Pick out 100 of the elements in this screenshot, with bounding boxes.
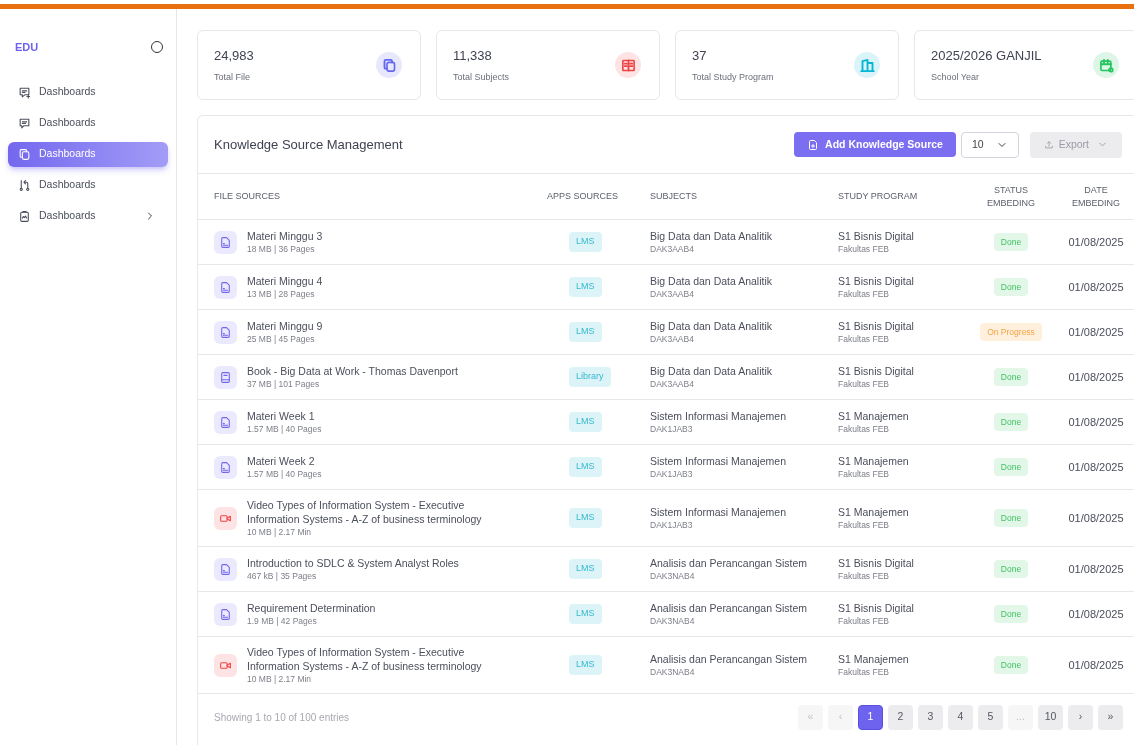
file-meta: 37 MB | 101 Pages — [247, 378, 321, 390]
file-plus-icon — [807, 138, 820, 151]
study-program: S1 Bisnis Digital — [838, 274, 915, 288]
column-header: SUBJECTS — [650, 190, 698, 203]
stat-label: Total File — [214, 70, 251, 84]
date-text: 01/08/2025 — [1068, 510, 1124, 526]
column-header: STATUS EMBEDING — [986, 184, 1036, 209]
stat-value: 11,338 — [453, 47, 493, 65]
date-text: 01/08/2025 — [1068, 369, 1124, 385]
subject-name: Sistem Informasi Manajemen — [650, 454, 787, 468]
app-source-tag: LMS — [569, 655, 602, 675]
sidebar-item[interactable]: Dashboards — [8, 172, 168, 198]
app-source-tag: LMS — [569, 322, 602, 342]
subject-code: DAK3AAB4 — [650, 288, 695, 300]
subject-code: DAK1JAB3 — [650, 423, 694, 435]
file-meta: 25 MB | 45 Pages — [247, 333, 316, 345]
book-icon — [219, 370, 232, 384]
files-icon — [18, 147, 31, 161]
study-program: S1 Bisnis Digital — [838, 364, 915, 378]
column-header: APPS SOURCES — [547, 190, 620, 203]
study-program: S1 Bisnis Digital — [838, 556, 915, 570]
date-text: 01/08/2025 — [1068, 279, 1124, 295]
file-meta: 1.57 MB | 40 Pages — [247, 468, 323, 480]
study-program: S1 Manajemen — [838, 652, 910, 666]
date-text: 01/08/2025 — [1068, 324, 1124, 340]
sidebar-item[interactable]: Dashboards — [8, 79, 168, 105]
column-header: STUDY PROGRAM — [838, 190, 919, 203]
page-button[interactable]: 10 — [1038, 704, 1063, 730]
page-size-select[interactable]: 10 — [960, 131, 1019, 158]
file-meta: 1.57 MB | 40 Pages — [247, 423, 323, 435]
file-title: Video Types of Information System - Executive Information Systems - A-Z of business terminology — [247, 498, 483, 526]
pdf-file-icon — [219, 607, 232, 621]
study-program: S1 Bisnis Digital — [838, 319, 915, 333]
subject-name: Big Data dan Data Analitik — [650, 364, 773, 378]
faculty-name: Fakultas FEB — [838, 423, 891, 435]
sidebar-item[interactable]: Dashboards — [8, 141, 168, 167]
date-text: 01/08/2025 — [1068, 606, 1124, 622]
column-header: DATE EMBEDING — [1071, 184, 1121, 209]
status-badge: Done — [993, 559, 1029, 579]
app-source-tag: LMS — [569, 559, 602, 579]
subject-code: DAK1JAB3 — [650, 468, 694, 480]
subject-code: DAK3AAB4 — [650, 243, 695, 255]
page-button[interactable]: 5 — [978, 704, 1003, 730]
date-text: 01/08/2025 — [1068, 561, 1124, 577]
faculty-name: Fakultas FEB — [838, 570, 891, 582]
stat-value: 2025/2026 GANJIL — [931, 47, 1043, 65]
study-program: S1 Bisnis Digital — [838, 601, 915, 615]
file-title: Requirement Determination — [247, 601, 377, 615]
status-badge: Done — [993, 232, 1029, 252]
file-meta: 467 kB | 35 Pages — [247, 570, 318, 582]
subject-code: DAK3AAB4 — [650, 378, 695, 390]
add-knowledge-source-button[interactable]: Add Knowledge Source — [794, 132, 956, 157]
pdf-file-icon — [219, 415, 232, 429]
study-program: S1 Manajemen — [838, 454, 910, 468]
subject-code: DAK3NAB4 — [650, 570, 696, 582]
clipboard-icon — [18, 209, 31, 223]
pdf-file-icon — [219, 325, 232, 339]
study-program: S1 Manajemen — [838, 409, 910, 423]
status-badge: Done — [993, 655, 1029, 675]
file-title: Materi Week 2 — [247, 454, 316, 468]
app-source-tag: LMS — [569, 232, 602, 252]
subject-code: DAK1JAB3 — [650, 519, 694, 531]
page-button[interactable]: › — [1068, 704, 1093, 730]
page-button[interactable]: 2 — [888, 704, 913, 730]
file-meta: 10 MB | 2.17 Min — [247, 526, 313, 538]
sidebar-item[interactable]: Dashboards — [8, 203, 168, 229]
app-source-tag: LMS — [569, 508, 602, 528]
file-title: Materi Minggu 9 — [247, 319, 324, 333]
subject-code: DAK3NAB4 — [650, 666, 696, 678]
brand-logo: EDU — [15, 40, 39, 55]
study-program: S1 Manajemen — [838, 505, 910, 519]
chat-icon — [18, 116, 31, 130]
column-header: FILE SOURCES — [214, 190, 281, 203]
stat-value: 24,983 — [214, 47, 255, 65]
file-title: Introduction to SDLC & System Analyst Roles — [247, 556, 460, 570]
study-program: S1 Bisnis Digital — [838, 229, 915, 243]
page-button[interactable]: 1 — [858, 704, 883, 730]
faculty-name: Fakultas FEB — [838, 243, 891, 255]
app-source-tag: LMS — [569, 412, 602, 432]
app-source-tag: LMS — [569, 457, 602, 477]
file-title: Video Types of Information System - Executive Information Systems - A-Z of business terminology — [247, 645, 483, 673]
faculty-name: Fakultas FEB — [838, 378, 891, 390]
faculty-name: Fakultas FEB — [838, 333, 891, 345]
sidebar-item[interactable]: Dashboards — [8, 110, 168, 136]
git-branches-icon — [18, 178, 31, 192]
date-text: 01/08/2025 — [1068, 414, 1124, 430]
status-badge: Done — [993, 508, 1029, 528]
status-badge: Done — [993, 457, 1029, 477]
upload-icon — [1043, 139, 1054, 150]
stat-value: 37 — [692, 47, 708, 65]
page-button[interactable]: 4 — [948, 704, 973, 730]
date-text: 01/08/2025 — [1068, 234, 1124, 250]
app-source-tag: LMS — [569, 604, 602, 624]
pdf-file-icon — [219, 460, 232, 474]
subject-name: Big Data dan Data Analitik — [650, 274, 773, 288]
page-button[interactable]: » — [1098, 704, 1123, 730]
subject-name: Sistem Informasi Manajemen — [650, 505, 787, 519]
status-badge: On Progress — [980, 322, 1042, 342]
page-button[interactable]: 3 — [918, 704, 943, 730]
stat-label: School Year — [931, 70, 981, 84]
